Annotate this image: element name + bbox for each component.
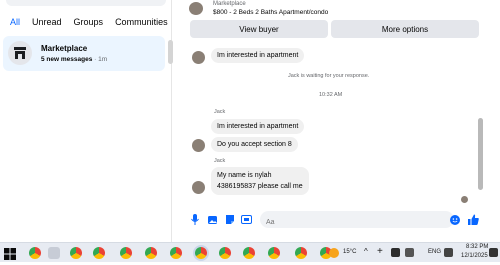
- new-messages-count: 5 new messages: [41, 56, 93, 63]
- wifi-icon[interactable]: [444, 248, 453, 257]
- more-options-button[interactable]: More options: [331, 20, 479, 38]
- language-indicator[interactable]: ENG: [428, 249, 441, 255]
- messenger-window: All Unread Groups Communities Marketplac…: [0, 0, 500, 242]
- chrome-icon[interactable]: [70, 247, 82, 259]
- plus-icon[interactable]: +: [377, 246, 383, 257]
- sender-avatar: [192, 139, 205, 152]
- message-input-box[interactable]: [260, 211, 454, 231]
- clock-date[interactable]: 12/1/2025: [461, 253, 488, 259]
- filter-unread[interactable]: Unread: [28, 14, 66, 30]
- sender-avatar: [192, 51, 205, 64]
- app-tray-icon[interactable]: [391, 248, 400, 257]
- filter-all[interactable]: All: [6, 14, 24, 30]
- view-buyer-button[interactable]: View buyer: [190, 20, 328, 38]
- sticker-icon[interactable]: [224, 214, 235, 225]
- weather-temperature[interactable]: 15°C: [343, 249, 356, 255]
- timestamp: 10:32 AM: [319, 92, 343, 98]
- thumbs-up-icon[interactable]: [468, 214, 479, 225]
- chrome-icon[interactable]: [93, 247, 105, 259]
- waiting-notice: Jack is waiting for your response.: [288, 73, 370, 79]
- chrome-icon[interactable]: [268, 247, 280, 259]
- conversation-marketplace[interactable]: Marketplace 5 new messages · 1m: [3, 36, 165, 71]
- chat-list-scrollbar[interactable]: [168, 40, 173, 64]
- marketplace-store-icon: [8, 41, 32, 65]
- chrome-icon[interactable]: [145, 247, 157, 259]
- filter-groups[interactable]: Groups: [70, 14, 108, 30]
- message-input[interactable]: [260, 214, 410, 231]
- sender-name: Jack: [214, 158, 226, 164]
- message-thread: Im interested in apartment Jack is waiti…: [180, 40, 485, 210]
- chrome-icon[interactable]: [295, 247, 307, 259]
- conversation-subtitle: 5 new messages · 1m: [41, 56, 107, 63]
- message-bubble: My name is nylah 4386195837 please call …: [211, 167, 309, 195]
- chat-list-panel: All Unread Groups Communities Marketplac…: [0, 0, 172, 242]
- message-line: 4386195837 please call me: [217, 183, 303, 190]
- message-composer: [180, 209, 485, 231]
- chrome-icon[interactable]: [29, 247, 41, 259]
- message-bubble: Do you accept section 8: [211, 137, 298, 152]
- conversation-title: Marketplace: [41, 44, 88, 53]
- sender-avatar: [192, 181, 205, 194]
- photo-icon[interactable]: [207, 214, 218, 225]
- chrome-icon[interactable]: [243, 247, 255, 259]
- emoji-icon[interactable]: [449, 214, 460, 225]
- sender-name: Jack: [214, 109, 226, 115]
- chrome-icon-active[interactable]: [195, 247, 207, 259]
- windows-taskbar: 15°C ^ + ENG 8:32 PM 12/1/2025: [0, 242, 500, 262]
- listing-title: $800 - 2 Beds 2 Baths Apartment/condo: [213, 9, 329, 16]
- read-receipt-avatar: [461, 196, 468, 203]
- windows-start-icon[interactable]: [4, 247, 16, 260]
- message-bubble: Im interested in apartment: [211, 119, 305, 134]
- search-bar-edge[interactable]: [6, 0, 166, 6]
- chrome-icon[interactable]: [170, 247, 182, 259]
- notification-icon[interactable]: [489, 248, 498, 257]
- chevron-up-icon[interactable]: ^: [364, 247, 368, 256]
- conversation-time: · 1m: [92, 56, 108, 63]
- gif-icon[interactable]: [241, 214, 252, 225]
- tray-icon[interactable]: [405, 248, 414, 257]
- message-bubble: Im interested in apartment: [211, 48, 305, 63]
- thread-scrollbar[interactable]: [478, 118, 483, 190]
- chrome-icon[interactable]: [120, 247, 132, 259]
- chrome-icon[interactable]: [219, 247, 231, 259]
- message-line: My name is nylah: [217, 172, 272, 179]
- clock-time[interactable]: 8:32 PM: [466, 244, 488, 250]
- filter-chips: All Unread Groups Communities: [6, 14, 172, 30]
- weather-sun-icon[interactable]: [329, 248, 339, 258]
- app-icon[interactable]: [48, 247, 60, 259]
- filter-communities[interactable]: Communities: [111, 14, 172, 30]
- listing-thumbnail: [189, 2, 203, 15]
- conversation-pane: Marketplace $800 - 2 Beds 2 Baths Apartm…: [180, 0, 485, 242]
- listing-label: Marketplace: [213, 1, 246, 7]
- microphone-icon[interactable]: [189, 214, 200, 225]
